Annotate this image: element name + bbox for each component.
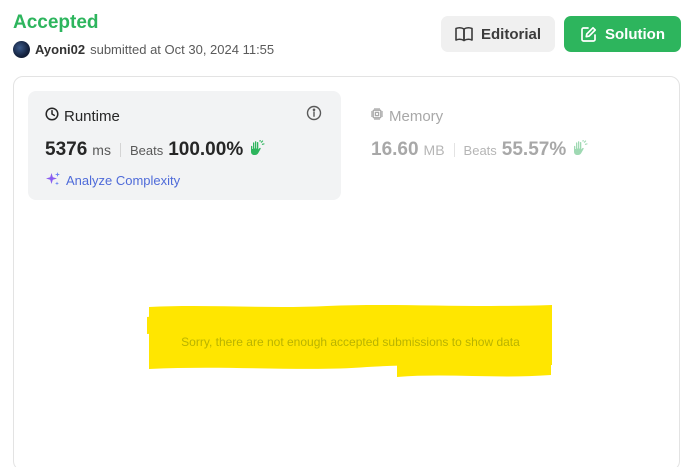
chip-icon <box>370 107 384 125</box>
memory-unit: MB <box>423 142 445 158</box>
memory-value: 16.60 <box>371 139 419 160</box>
result-panel: Runtime 5376 ms Beats 100.00% Analyze Co… <box>13 76 680 467</box>
memory-title-label: Memory <box>389 107 444 125</box>
runtime-metrics: 5376 ms Beats 100.00% <box>45 138 265 161</box>
runtime-title-label: Runtime <box>64 107 120 125</box>
info-icon[interactable] <box>306 105 322 126</box>
solution-label: Solution <box>605 25 665 43</box>
divider <box>453 143 455 157</box>
submission-meta: Ayoni02 submitted at Oct 30, 2024 11:55 <box>13 41 274 58</box>
analyze-complexity-link[interactable]: Analyze Complexity <box>45 171 180 190</box>
hand-icon <box>571 138 588 161</box>
runtime-card[interactable]: Runtime 5376 ms Beats 100.00% Analyze Co… <box>28 91 341 200</box>
divider <box>119 143 121 157</box>
submission-result-page: Accepted Ayoni02 submitted at Oct 30, 20… <box>0 0 693 467</box>
memory-metrics: 16.60 MB Beats 55.57% <box>371 138 588 161</box>
memory-tab[interactable]: Memory <box>370 107 443 125</box>
editorial-button[interactable]: Editorial <box>441 16 555 52</box>
book-open-icon <box>455 26 473 42</box>
clock-icon <box>45 107 59 125</box>
runtime-beats-value: 100.00% <box>168 139 244 160</box>
analyze-complexity-label: Analyze Complexity <box>66 173 181 188</box>
solution-button[interactable]: Solution <box>564 16 681 52</box>
memory-beats-value: 55.57% <box>501 139 567 160</box>
submitted-at-text: submitted at Oct 30, 2024 11:55 <box>90 42 275 57</box>
avatar[interactable] <box>13 41 30 58</box>
edit-icon <box>580 26 597 43</box>
editorial-label: Editorial <box>480 25 541 43</box>
hand-icon <box>248 138 265 161</box>
memory-beats-label: Beats <box>463 143 497 158</box>
sparkle-icon <box>45 171 61 190</box>
runtime-unit: ms <box>92 142 111 158</box>
runtime-value: 5376 <box>45 139 88 160</box>
runtime-beats-label: Beats <box>129 143 164 158</box>
runtime-title: Runtime <box>45 107 120 125</box>
no-data-message: Sorry, there are not enough accepted sub… <box>181 335 520 349</box>
submission-status: Accepted <box>13 12 99 33</box>
username-link[interactable]: Ayoni02 <box>35 42 85 57</box>
